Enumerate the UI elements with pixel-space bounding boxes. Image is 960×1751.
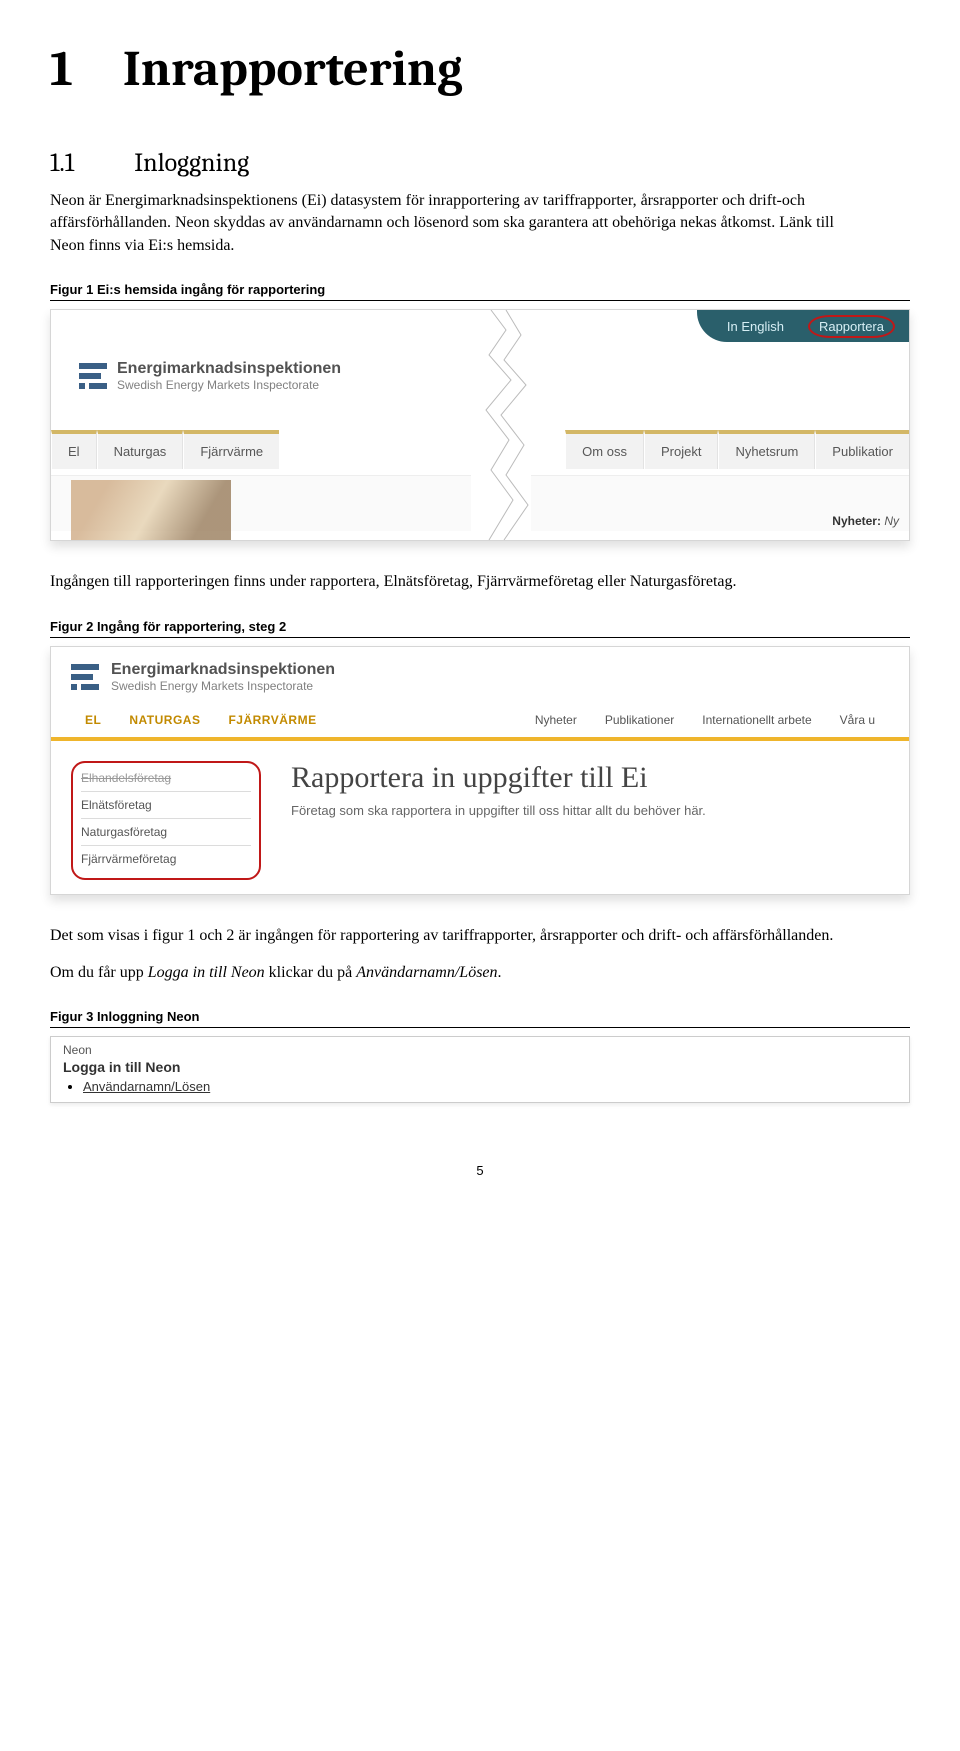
ei-logo-text: Energimarknadsinspektionen Swedish Energ… [117,360,341,392]
h2-number: 1.1 [50,148,74,178]
ei-logo-icon [71,664,99,690]
heading-1: 1 Inrapportering [50,40,910,98]
ei-logo: Energimarknadsinspektionen Swedish Energ… [71,661,889,693]
logo-title: Energimarknadsinspektionen [117,360,341,378]
h2-title: Inloggning [134,148,249,178]
tab-naturgas[interactable]: Naturgas [97,430,184,469]
sidebar-company-types: Elhandelsföretag Elnätsföretag Naturgasf… [71,761,261,880]
top-utility-bar: In English Rapportera [697,310,909,342]
figure-1: In English Rapportera Energimarknadsinsp… [50,309,910,541]
tab-nyhetsrum[interactable]: Nyhetsrum [718,430,815,469]
logo-title: Energimarknadsinspektionen [111,661,335,679]
h1-title: Inrapportering [123,40,463,98]
logo-subtitle: Swedish Energy Markets Inspectorate [117,378,341,392]
h1-number: 1 [50,40,73,98]
news-text: Ny [884,514,899,528]
tab-fjarrvarme[interactable]: FJÄRRVÄRME [214,703,330,737]
heading-2: 1.1 Inloggning [50,148,910,178]
tab-publikationer[interactable]: Publikationer [591,703,688,737]
tab-el[interactable]: El [51,430,97,469]
page-number: 5 [50,1163,910,1178]
paragraph-3b: Om du får upp Logga in till Neon klickar… [50,962,870,984]
ei-logo-icon [79,363,107,389]
tab-publikationer[interactable]: Publikatior [815,430,909,469]
sidebar-item-naturgas[interactable]: Naturgasföretag [81,819,251,846]
tab-vara[interactable]: Våra u [826,703,889,737]
tab-om-oss[interactable]: Om oss [565,430,644,469]
main-content: Rapportera in uppgifter till Ei Företag … [291,761,706,880]
paragraph-3a: Det som visas i figur 1 och 2 är ingånge… [50,925,870,947]
hero-photo-placeholder [71,480,231,540]
rapportera-link[interactable]: Rapportera [808,315,895,338]
figure-2: Energimarknadsinspektionen Swedish Energ… [50,646,910,895]
logo-subtitle: Swedish Energy Markets Inspectorate [111,679,335,693]
figure-3: Neon Logga in till Neon Användarnamn/Lös… [50,1036,910,1103]
paragraph-1: Neon är Energimarknadsinspektionens (Ei)… [50,190,870,257]
page-tear-icon [471,310,531,540]
ei-logo-text: Energimarknadsinspektionen Swedish Energ… [111,661,335,693]
sidebar-item-elhandel[interactable]: Elhandelsföretag [81,765,251,792]
sidebar-item-elnat[interactable]: Elnätsföretag [81,792,251,819]
username-password-link[interactable]: Användarnamn/Lösen [83,1079,210,1094]
figure-3-caption: Figur 3 Inloggning Neon [50,1009,910,1028]
tab-projekt[interactable]: Projekt [644,430,718,469]
main-tabs-right: Om oss Projekt Nyhetsrum Publikatior [565,430,909,469]
news-ticker: Nyheter: Ny [832,514,899,528]
neon-label: Neon [63,1043,897,1057]
main-nav-tabs: EL NATURGAS FJÄRRVÄRME Nyheter Publikati… [51,703,909,741]
login-option: Användarnamn/Lösen [83,1079,897,1094]
news-label: Nyheter: [832,514,881,528]
figure-1-caption: Figur 1 Ei:s hemsida ingång för rapporte… [50,282,910,301]
tab-nyheter[interactable]: Nyheter [521,703,591,737]
ei-logo: Energimarknadsinspektionen Swedish Energ… [79,360,341,392]
tab-naturgas[interactable]: NATURGAS [115,703,214,737]
tab-fjarrvarme[interactable]: Fjärrvärme [183,430,279,469]
paragraph-2: Ingången till rapporteringen finns under… [50,571,870,593]
tab-internationellt[interactable]: Internationellt arbete [688,703,825,737]
tab-el[interactable]: EL [71,703,115,737]
in-english-link[interactable]: In English [727,319,784,334]
figure-2-caption: Figur 2 Ingång för rapportering, steg 2 [50,619,910,638]
main-tabs-left: El Naturgas Fjärrvärme [51,430,279,469]
page-intro: Företag som ska rapportera in uppgifter … [291,803,706,818]
page-title: Rapportera in uppgifter till Ei [291,761,706,795]
login-heading: Logga in till Neon [63,1059,897,1075]
sidebar-item-fjarrvarme[interactable]: Fjärrvärmeföretag [81,846,251,872]
